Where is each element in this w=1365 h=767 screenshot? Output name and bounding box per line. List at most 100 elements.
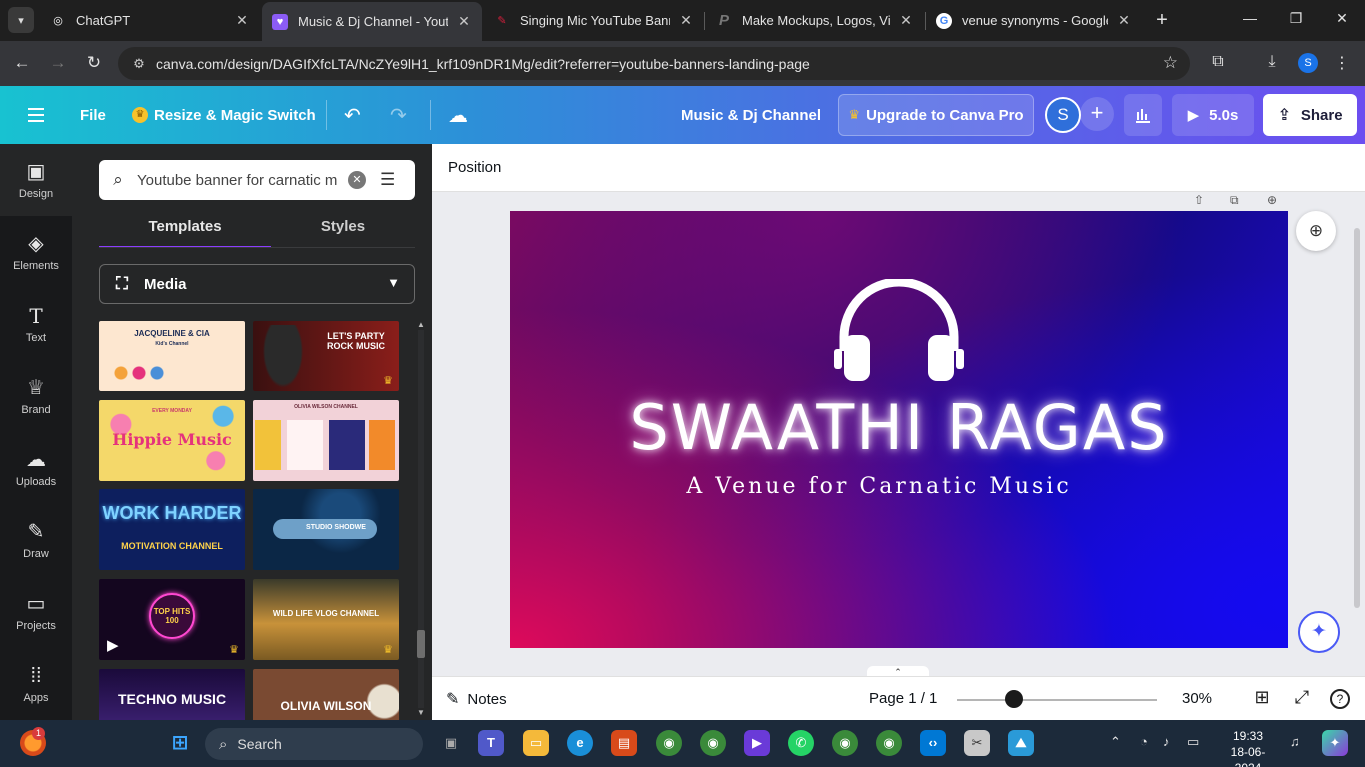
duplicate-page-icon[interactable]: ⧉	[1230, 193, 1239, 208]
tab-google-search[interactable]: G venue synonyms - Google Se ✕	[926, 4, 1142, 37]
menu-icon[interactable]	[24, 86, 48, 144]
template-thumbnail[interactable]: WILD LIFE VLOG CHANNEL ♛	[253, 579, 399, 660]
close-tab-icon[interactable]: ✕	[234, 12, 250, 29]
task-view-icon[interactable]: ▣	[438, 730, 464, 756]
windows-start-icon[interactable]: ⊞	[167, 730, 193, 756]
close-window-icon[interactable]: ✕	[1332, 10, 1352, 27]
position-button[interactable]: Position	[448, 159, 501, 176]
reload-icon[interactable]: ↻	[83, 52, 105, 74]
zoom-slider-track[interactable]	[957, 699, 1157, 701]
template-thumbnail[interactable]: OLIVIA WILSON CHANNEL	[253, 400, 399, 481]
rail-design[interactable]: ▣ Design	[0, 144, 72, 216]
add-comment-icon[interactable]: ⊕	[1296, 211, 1336, 251]
snipping-tool-icon[interactable]: ✂	[964, 730, 990, 756]
rail-draw[interactable]: ✎ Draw	[0, 504, 72, 576]
cloud-saved-icon[interactable]: ☁	[448, 86, 468, 144]
template-thumbnail[interactable]: WORK HARDER MOTIVATION CHANNEL	[99, 489, 245, 570]
scroll-up-icon[interactable]: ▲	[416, 320, 426, 329]
download-icon[interactable]: ⤓	[1261, 53, 1283, 71]
template-thumbnail[interactable]: LET'S PARTY ROCK MUSIC ♛	[253, 321, 399, 391]
template-search-input[interactable]: ⌕ Youtube banner for carnatic m ✕ ☰	[99, 160, 415, 200]
chrome-icon[interactable]: ◉	[656, 730, 682, 756]
design-subtitle[interactable]: A Venue for Carnatic Music	[510, 474, 1268, 499]
file-explorer-icon[interactable]: ▭	[523, 730, 549, 756]
template-thumbnail[interactable]: OLIVIA WILSON	[253, 669, 399, 720]
volume-icon[interactable]: ♪	[1163, 734, 1170, 749]
rail-projects[interactable]: ▭ Projects	[0, 576, 72, 648]
zoom-slider-handle[interactable]	[1005, 690, 1023, 708]
close-tab-icon[interactable]: ✕	[678, 12, 694, 29]
upgrade-canva-pro-button[interactable]: ♛ Upgrade to Canva Pro	[838, 94, 1034, 136]
clipchamp-icon[interactable]: ▶	[744, 730, 770, 756]
back-icon[interactable]: ←	[11, 52, 33, 74]
document-title[interactable]: Music & Dj Channel	[681, 86, 821, 144]
editor-scrollbar[interactable]	[1354, 228, 1360, 608]
rail-brand[interactable]: ♕ Brand	[0, 360, 72, 432]
notifications-bell-icon[interactable]: ♫	[1290, 734, 1300, 749]
chrome-profile-icon[interactable]: ◉	[700, 730, 726, 756]
rail-text[interactable]: T Text	[0, 288, 72, 360]
media-filter-dropdown[interactable]: ⛶ Media ▼	[99, 264, 415, 304]
tab-music-dj-channel[interactable]: ♥ Music & Dj Channel - Youtub ✕	[262, 2, 482, 41]
taskbar-search[interactable]: ⌕ Search	[205, 728, 423, 760]
add-page-icon[interactable]: ⊕	[1267, 193, 1277, 207]
tab-make-mockups[interactable]: P Make Mockups, Logos, Vide ✕	[706, 4, 924, 37]
rail-uploads[interactable]: ☁ Uploads	[0, 432, 72, 504]
template-thumbnail[interactable]: JACQUELINE & CIA Kid's Channel	[99, 321, 245, 391]
user-avatar[interactable]: S	[1045, 97, 1081, 133]
new-tab-icon[interactable]: +	[1152, 9, 1172, 32]
wifi-icon[interactable]: ◔	[1140, 734, 1148, 749]
insights-chart-icon[interactable]	[1124, 94, 1162, 136]
invite-plus-icon[interactable]: +	[1080, 97, 1114, 131]
extensions-icon[interactable]: ⧉	[1207, 53, 1229, 71]
bookmark-star-icon[interactable]: ☆	[1163, 53, 1178, 73]
banner-canvas[interactable]: SWAATHI RAGAS A Venue for Carnatic Music	[510, 211, 1288, 648]
close-tab-icon[interactable]: ✕	[1116, 12, 1132, 29]
battery-icon[interactable]: ▭	[1187, 734, 1199, 750]
page-counter[interactable]: Page 1 / 1	[869, 690, 937, 707]
grid-view-icon[interactable]: ⊞	[1251, 687, 1273, 708]
minimize-icon[interactable]: —	[1240, 10, 1260, 26]
edge-icon[interactable]: e	[567, 730, 593, 756]
system-clock[interactable]: 19:33 18-06-2024	[1218, 728, 1278, 767]
file-menu[interactable]: File	[80, 86, 106, 144]
tab-chatgpt[interactable]: ◎ ChatGPT ✕	[40, 4, 260, 37]
scroll-down-icon[interactable]: ▼	[416, 708, 426, 717]
redo-icon[interactable]: ↷	[390, 86, 407, 144]
resize-magic-switch-button[interactable]: ♛ Resize & Magic Switch	[132, 86, 316, 144]
restore-icon[interactable]: ❐	[1286, 10, 1306, 27]
fullscreen-icon[interactable]: ⤢	[1291, 687, 1313, 708]
help-icon[interactable]: ?	[1330, 689, 1350, 709]
site-info-icon[interactable]: ⚙	[124, 56, 154, 72]
magic-assistant-icon[interactable]: ✦	[1298, 611, 1340, 653]
tab-singing-mic[interactable]: ✎ Singing Mic YouTube Banne ✕	[484, 4, 704, 37]
template-thumbnail[interactable]: TECHNO MUSIC	[99, 669, 245, 720]
filter-icon[interactable]: ☰	[380, 170, 395, 190]
notes-button[interactable]: ✎ Notes	[446, 689, 507, 709]
chrome-menu-icon[interactable]: ⋮	[1331, 53, 1353, 73]
photos-icon[interactable]: ⛰	[1008, 730, 1034, 756]
clear-search-icon[interactable]: ✕	[348, 171, 366, 189]
copilot-icon[interactable]: ✦	[1322, 730, 1348, 756]
forward-icon[interactable]: →	[47, 52, 69, 74]
close-tab-icon[interactable]: ✕	[456, 13, 472, 30]
tab-templates[interactable]: Templates	[99, 218, 271, 248]
template-thumbnail[interactable]: TOP HITS 100 ▶ ♛	[99, 579, 245, 660]
undo-icon[interactable]: ↶	[344, 86, 361, 144]
vscode-icon[interactable]: ‹›	[920, 730, 946, 756]
profile-avatar[interactable]: S	[1298, 53, 1318, 73]
office-icon[interactable]: ▤	[611, 730, 637, 756]
rail-elements[interactable]: ◈ Elements	[0, 216, 72, 288]
tray-overflow-icon[interactable]: ⌃	[1110, 734, 1121, 750]
present-play-button[interactable]: ▶ 5.0s	[1172, 94, 1254, 136]
teams-icon[interactable]: T	[478, 730, 504, 756]
panel-scrollbar[interactable]: ▲ ▼	[416, 320, 426, 718]
share-button[interactable]: ⇪ Share	[1263, 94, 1357, 136]
chrome-profile-icon[interactable]: ◉	[832, 730, 858, 756]
template-thumbnail[interactable]: EVERY MONDAY Hippie Music	[99, 400, 245, 481]
tab-search-dropdown[interactable]: ▾	[8, 7, 34, 33]
whatsapp-icon[interactable]: ✆	[788, 730, 814, 756]
zoom-level[interactable]: 30%	[1182, 690, 1212, 707]
close-tab-icon[interactable]: ✕	[898, 12, 914, 29]
rail-apps[interactable]: ⁞⁞ Apps	[0, 648, 72, 720]
